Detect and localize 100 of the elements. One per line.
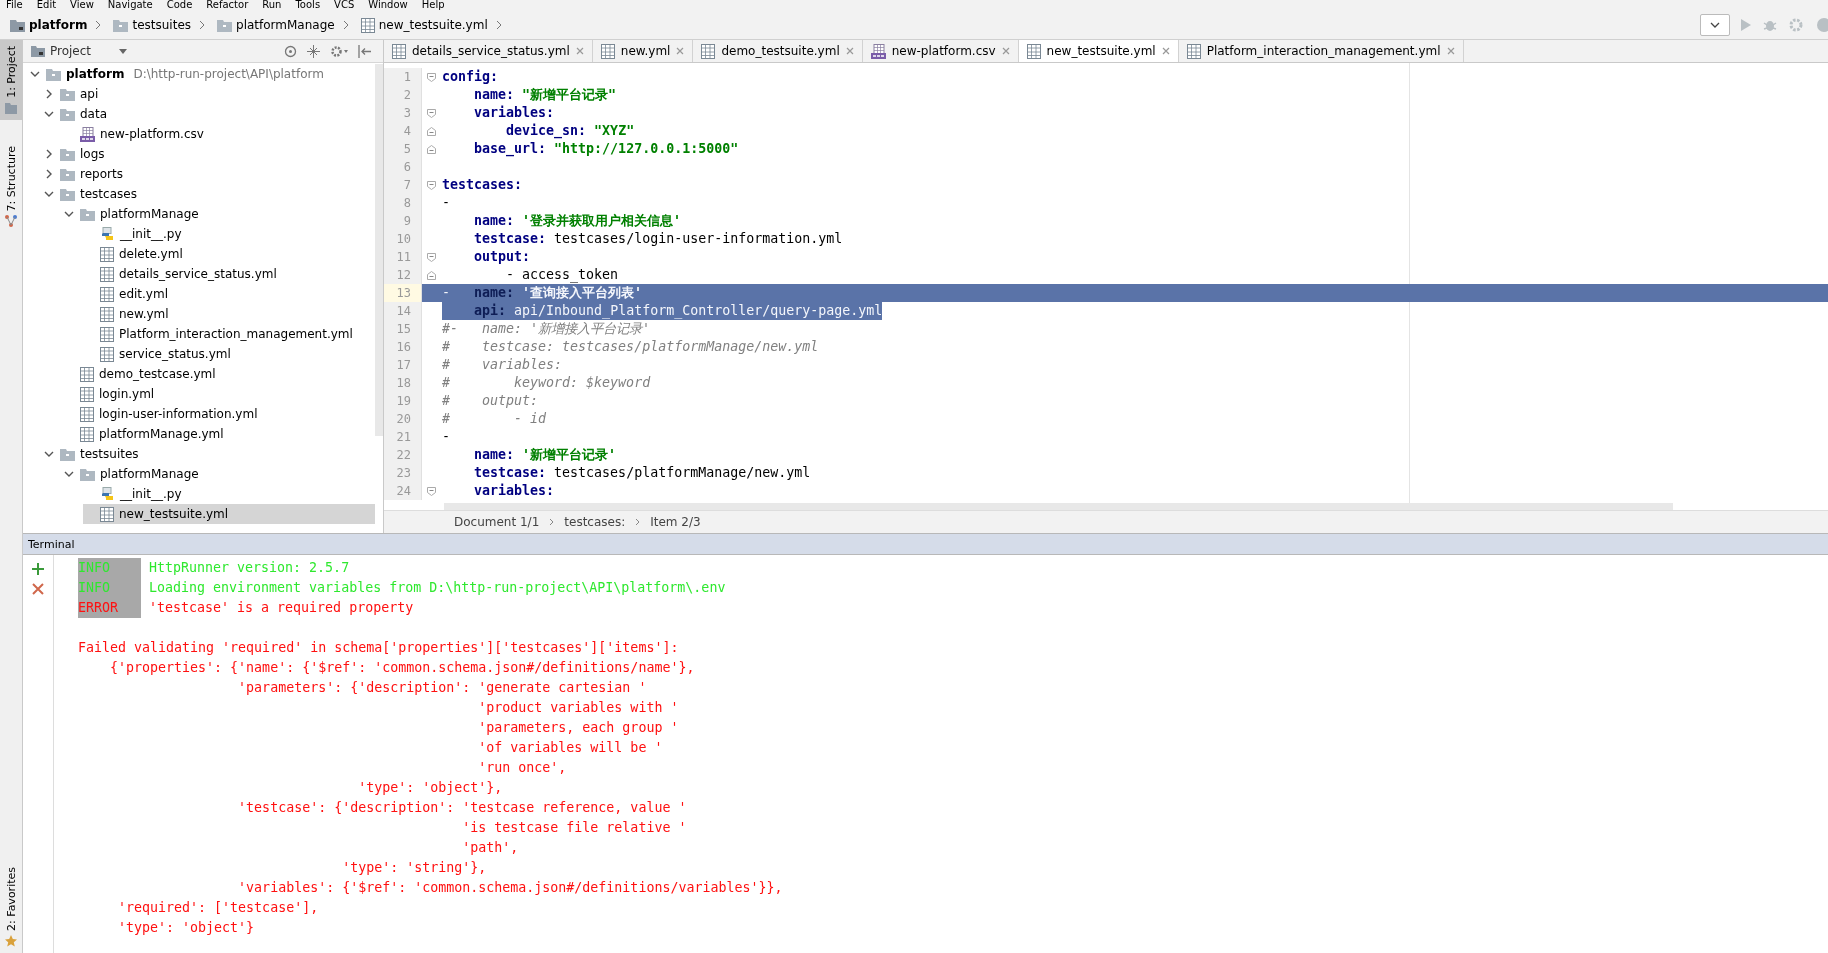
breadcrumb-item[interactable]: Document 1/1 <box>454 515 540 529</box>
tree-item[interactable]: new-platform.csv <box>63 124 375 144</box>
tree-item[interactable]: details_service_status.yml <box>83 264 375 284</box>
menu-item[interactable]: Edit <box>36 0 57 10</box>
fold-icon[interactable] <box>426 270 436 280</box>
tree-item[interactable]: __init__.py <box>83 484 375 504</box>
tree-item[interactable]: service_status.yml <box>83 344 375 364</box>
line-number: 1 <box>384 68 422 86</box>
tree-item[interactable]: testsuites <box>43 444 375 464</box>
chevron-down-icon[interactable] <box>64 470 74 478</box>
chevron-down-icon[interactable] <box>64 210 74 218</box>
chevron-down-icon[interactable] <box>44 190 54 198</box>
tree-item[interactable]: logs <box>43 144 375 164</box>
fold-icon[interactable] <box>426 144 436 154</box>
log-message: HttpRunner version: 2.5.7 <box>149 559 351 577</box>
breadcrumb-item[interactable]: new_testsuite.yml <box>378 18 488 32</box>
editor-tab[interactable]: new.yml <box>592 40 694 62</box>
tree-item[interactable]: delete.yml <box>83 244 375 264</box>
table-file-icon <box>1026 43 1041 59</box>
code-line: name: '登录并获取用户相关信息' <box>473 212 682 230</box>
terminal-line: Failed validating 'required' in schema['properties']['testcases']['items']: <box>78 639 680 657</box>
chevron-down-icon[interactable] <box>30 70 40 78</box>
close-icon[interactable] <box>1161 47 1170 55</box>
chevron-right-icon[interactable] <box>45 149 53 159</box>
run-config-dropdown[interactable] <box>1700 14 1730 36</box>
tree-item[interactable]: reports <box>43 164 375 184</box>
scrollbar[interactable] <box>444 503 1673 510</box>
code-line: - access_token <box>505 266 619 284</box>
table-file-icon <box>1186 43 1201 59</box>
target-icon[interactable] <box>284 44 297 58</box>
chevron-down-icon[interactable] <box>44 110 54 118</box>
terminal-line: 'path', <box>461 839 520 857</box>
fold-icon[interactable] <box>426 252 436 262</box>
menu-item[interactable]: Window <box>368 0 408 10</box>
caret-icon <box>1710 22 1720 28</box>
close-icon[interactable] <box>1001 47 1010 55</box>
breadcrumb-item[interactable]: testsuites <box>132 18 191 32</box>
tree-item[interactable]: platformManage.yml <box>63 424 375 444</box>
close-icon[interactable] <box>676 47 685 55</box>
scrollbar[interactable] <box>375 64 383 436</box>
tool-window-tab[interactable]: 2: Favorites <box>0 861 22 953</box>
close-icon[interactable] <box>575 47 584 55</box>
menu-item[interactable]: File <box>6 0 23 10</box>
menu-item[interactable]: View <box>70 0 94 10</box>
editor-tab[interactable]: new_testsuite.yml <box>1018 40 1179 62</box>
tree-item[interactable]: __init__.py <box>83 224 375 244</box>
fold-icon[interactable] <box>426 486 436 496</box>
line-number: 15 <box>384 320 422 338</box>
tree-item[interactable]: new.yml <box>83 304 375 324</box>
tree-item[interactable]: edit.yml <box>83 284 375 304</box>
editor-tab[interactable]: details_service_status.yml <box>384 40 593 62</box>
editor-tab[interactable]: demo_testsuite.yml <box>693 40 863 62</box>
menu-item[interactable]: VCS <box>334 0 355 10</box>
menu-item[interactable]: Run <box>262 0 282 10</box>
hide-icon[interactable] <box>358 44 371 58</box>
gear-icon[interactable] <box>330 44 348 58</box>
tree-item[interactable]: demo_testcase.yml <box>63 364 375 384</box>
tree-item[interactable]: login.yml <box>63 384 375 404</box>
close-icon[interactable] <box>845 47 854 55</box>
menu-item[interactable]: Tools <box>295 0 321 10</box>
tree-item[interactable]: Platform_interaction_management.yml <box>83 324 375 344</box>
view-dropdown[interactable]: Project <box>50 44 128 58</box>
menu-item[interactable]: Code <box>166 0 193 10</box>
fold-icon[interactable] <box>426 72 436 82</box>
tree-item[interactable]: testcases <box>43 184 375 204</box>
tree-item[interactable]: platformManage <box>63 464 375 484</box>
chevron-down-icon[interactable] <box>44 450 54 458</box>
menu-item[interactable]: Navigate <box>107 0 153 10</box>
code-line: base_url: "http://127.0.0.1:5000" <box>473 140 739 158</box>
close-icon[interactable] <box>32 583 44 595</box>
breadcrumb-item[interactable]: testcases: <box>564 515 626 529</box>
editor-tab[interactable]: new-platform.csv <box>862 40 1019 62</box>
panel-title: Terminal <box>28 537 75 551</box>
fold-icon[interactable] <box>426 126 436 136</box>
tree-item[interactable]: platformManage <box>63 204 375 224</box>
breadcrumb-item[interactable]: platform <box>29 18 88 32</box>
code-line: # keyword: $keyword <box>442 374 651 392</box>
editor-tab[interactable]: Platform_interaction_management.yml <box>1178 40 1464 62</box>
breadcrumb-item[interactable]: platformManage <box>236 18 335 32</box>
chevron-right-icon[interactable] <box>45 89 53 99</box>
terminal-line: 'type': 'string'}, <box>341 859 488 877</box>
tree-item[interactable]: login-user-information.yml <box>63 404 375 424</box>
breadcrumb-item[interactable]: Item 2/3 <box>650 515 701 529</box>
menu-item[interactable]: Help <box>421 0 445 10</box>
folder-icon <box>10 18 25 32</box>
tool-window-tab[interactable]: 7: Structure <box>0 139 22 234</box>
tree-item[interactable]: platform D:\http-run-project\API\platform <box>23 64 375 84</box>
menu-item[interactable]: Refactor <box>206 0 249 10</box>
tool-window-tab[interactable]: 1: Project <box>0 40 22 120</box>
tree-item[interactable]: data <box>43 104 375 124</box>
line-number: 3 <box>384 104 422 122</box>
collapse-icon[interactable] <box>307 44 320 58</box>
tree-item[interactable]: api <box>43 84 375 104</box>
close-icon[interactable] <box>1446 47 1455 55</box>
tree-item[interactable]: new_testsuite.yml <box>83 504 375 524</box>
plus-icon[interactable] <box>32 563 44 575</box>
fold-icon[interactable] <box>426 180 436 190</box>
fold-icon[interactable] <box>426 108 436 118</box>
chevron-right-icon[interactable] <box>45 169 53 179</box>
table-file-icon <box>100 286 114 302</box>
